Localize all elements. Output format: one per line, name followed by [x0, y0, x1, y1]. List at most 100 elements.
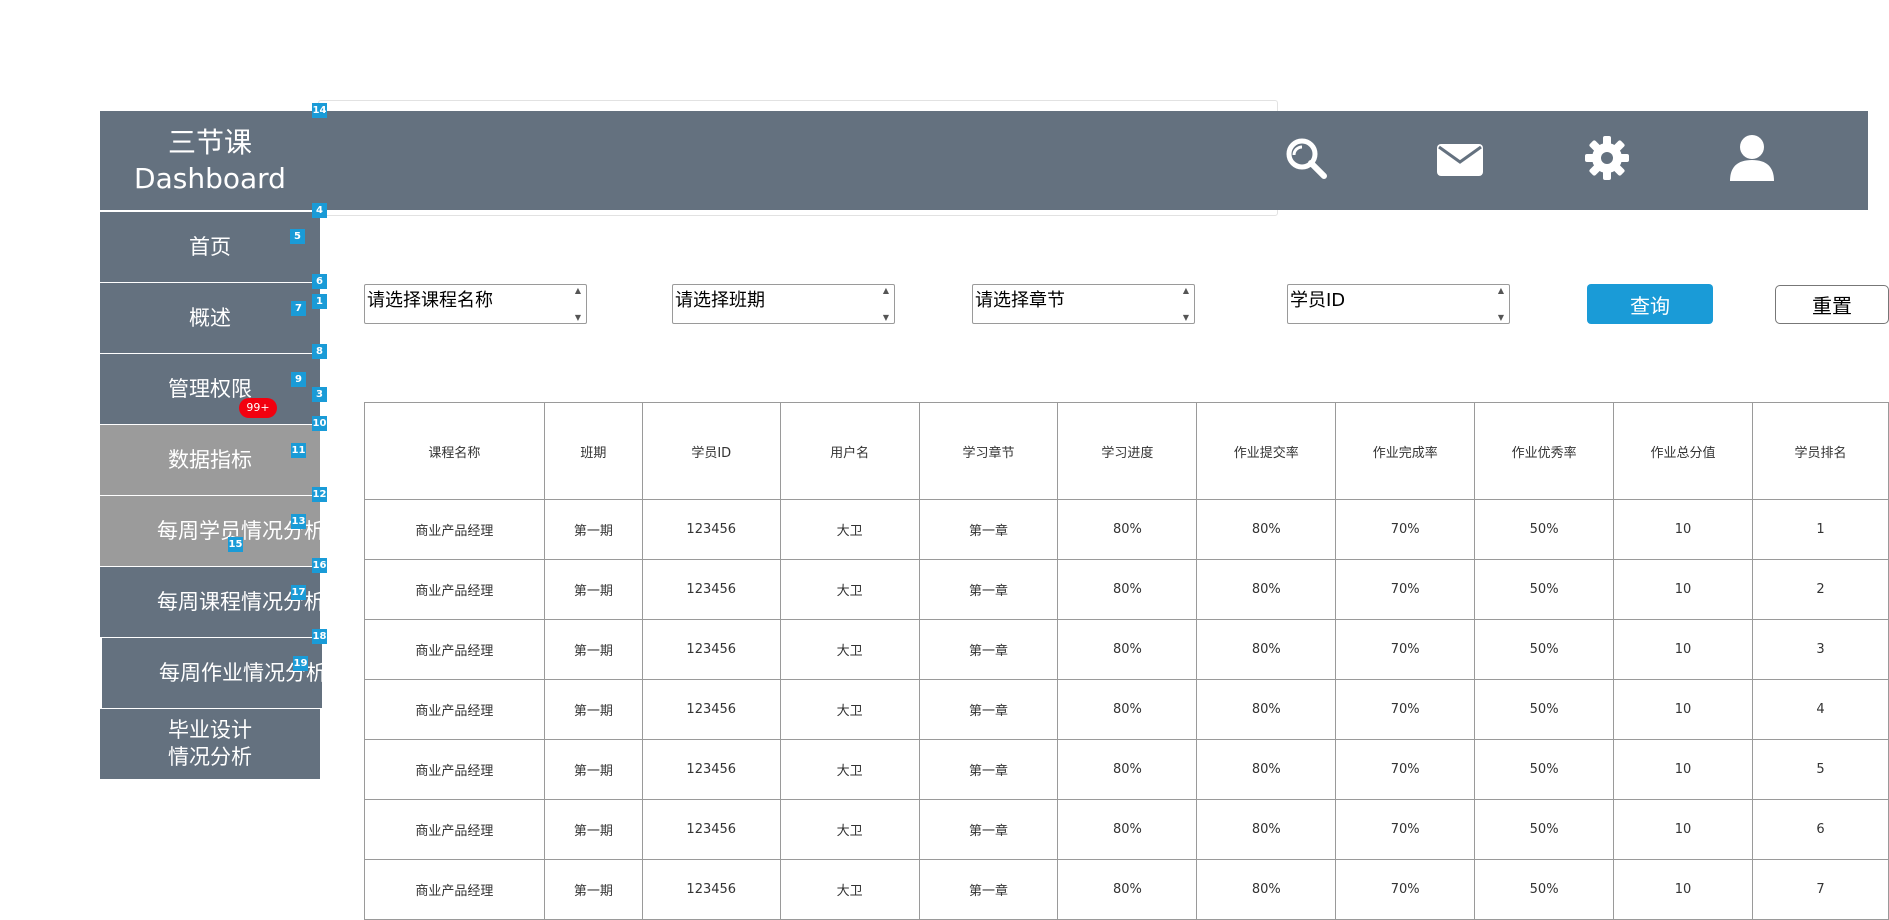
sidebar-item-label: 首页 [189, 234, 231, 259]
table-cell: 80% [1196, 619, 1337, 680]
table-cell: 大卫 [779, 739, 920, 800]
table-cell: 第一期 [543, 679, 643, 740]
table-row[interactable]: 商业产品经理 第一期 123456 大卫 第一章 80% 80% 70% 50% 10 6 [364, 799, 1889, 860]
table-row[interactable]: 商业产品经理 第一期 123456 大卫 第一章 80% 80% 70% 50% 10 4 [364, 679, 1889, 740]
table-cell: 10 [1613, 799, 1753, 860]
search-icon[interactable] [1281, 133, 1331, 183]
table-cell: 80% [1057, 739, 1198, 800]
table-cell: 50% [1474, 559, 1615, 620]
column-header: 学员ID [641, 402, 781, 500]
table-cell: 4 [1751, 679, 1889, 740]
table-cell: 10 [1613, 559, 1753, 620]
marker: 1 [312, 294, 327, 309]
table-cell: 6 [1751, 799, 1889, 860]
table-cell: 70% [1335, 559, 1476, 620]
table-cell: 1 [1751, 499, 1889, 560]
sidebar-item-weekly-courses[interactable]: 每周课程情况分析 [100, 567, 325, 637]
table-cell: 商业产品经理 [364, 859, 545, 920]
table-row[interactable]: 商业产品经理 第一期 123456 大卫 第一章 80% 80% 70% 50% 10 3 [364, 619, 1889, 680]
table-cell: 50% [1474, 799, 1615, 860]
table-cell: 2 [1751, 559, 1889, 620]
table-cell: 123456 [641, 739, 781, 800]
table-cell: 大卫 [779, 859, 920, 920]
column-header: 班期 [543, 402, 643, 500]
table-cell: 80% [1057, 859, 1198, 920]
brand-logo: 三节课 Dashboard [100, 111, 320, 210]
table-cell: 商业产品经理 [364, 799, 545, 860]
column-header: 学习章节 [918, 402, 1059, 500]
course-select[interactable]: 请选择课程名称 ▲ ▼ [364, 284, 587, 324]
sidebar-item-data-metrics[interactable]: 数据指标 [100, 425, 320, 495]
sidebar-item-permissions[interactable]: 管理权限 [100, 354, 320, 424]
marker: 19 [293, 656, 308, 671]
table-cell: 80% [1057, 499, 1198, 560]
table-row[interactable]: 商业产品经理 第一期 123456 大卫 第一章 80% 80% 70% 50% 10 1 [364, 499, 1889, 560]
table-cell: 第一期 [543, 619, 643, 680]
table-cell: 商业产品经理 [364, 619, 545, 680]
marker: 7 [291, 301, 306, 316]
gear-icon[interactable] [1582, 133, 1632, 183]
table-cell: 大卫 [779, 679, 920, 740]
marker: 6 [312, 274, 327, 289]
marker: 12 [312, 487, 327, 502]
table-cell: 第一章 [918, 559, 1059, 620]
sidebar-item-home[interactable]: 首页 [100, 212, 320, 282]
spinner-arrows-icon[interactable]: ▲ ▼ [1179, 286, 1193, 322]
table-cell: 大卫 [779, 619, 920, 680]
reset-button[interactable]: 重置 [1775, 285, 1889, 324]
class-select[interactable]: 请选择班期 ▲ ▼ [672, 284, 895, 324]
student-id-input-text: 学员ID [1290, 290, 1346, 311]
table-cell: 80% [1196, 859, 1337, 920]
table-cell: 80% [1057, 559, 1198, 620]
marker: 15 [228, 537, 243, 552]
sidebar-item-graduation-design[interactable]: 毕业设计 情况分析 [100, 709, 320, 779]
table-cell: 第一期 [543, 799, 643, 860]
marker: 10 [312, 416, 327, 431]
marker: 18 [312, 629, 327, 644]
column-header: 作业优秀率 [1474, 402, 1615, 500]
table-cell: 80% [1057, 619, 1198, 680]
column-header: 作业提交率 [1196, 402, 1337, 500]
sidebar-item-label: 毕业设计 情况分析 [168, 717, 252, 771]
table-cell: 第一章 [918, 859, 1059, 920]
chapter-select[interactable]: 请选择章节 ▲ ▼ [972, 284, 1195, 324]
table-cell: 第一期 [543, 739, 643, 800]
student-id-input[interactable]: 学员ID ▲ ▼ [1287, 284, 1510, 324]
table-cell: 10 [1613, 679, 1753, 740]
table-cell: 第一章 [918, 499, 1059, 560]
mail-icon[interactable] [1435, 135, 1485, 185]
spinner-arrows-icon[interactable]: ▲ ▼ [571, 286, 585, 322]
marker: 14 [312, 103, 327, 118]
course-select-text: 请选择课程名称 [367, 290, 493, 311]
marker: 16 [312, 558, 327, 573]
table-row[interactable]: 商业产品经理 第一期 123456 大卫 第一章 80% 80% 70% 50% 10 5 [364, 739, 1889, 800]
table-cell: 3 [1751, 619, 1889, 680]
table-cell: 商业产品经理 [364, 739, 545, 800]
table-cell: 80% [1057, 679, 1198, 740]
query-button[interactable]: 查询 [1587, 284, 1713, 324]
table-cell: 第一期 [543, 559, 643, 620]
marker: 9 [291, 372, 306, 387]
column-header: 课程名称 [364, 402, 545, 500]
sidebar-item-overview[interactable]: 概述 [100, 283, 320, 353]
table-row[interactable]: 商业产品经理 第一期 123456 大卫 第一章 80% 80% 70% 50% 10 7 [364, 859, 1889, 920]
sidebar-item-label: 数据指标 [168, 447, 252, 472]
table-cell: 123456 [641, 499, 781, 560]
spinner-arrows-icon[interactable]: ▲ ▼ [1494, 286, 1508, 322]
table-cell: 50% [1474, 619, 1615, 680]
sidebar-item-label-line2: 情况分析 [168, 745, 252, 769]
table-cell: 10 [1613, 619, 1753, 680]
table-cell: 7 [1751, 859, 1889, 920]
table-cell: 70% [1335, 799, 1476, 860]
table-cell: 70% [1335, 859, 1476, 920]
spinner-arrows-icon[interactable]: ▲ ▼ [879, 286, 893, 322]
sidebar-item-weekly-students[interactable]: 每周学员情况分析 [100, 496, 325, 566]
brand-title-en: Dashboard [134, 161, 286, 195]
sidebar-item-weekly-homework[interactable]: 每周作业情况分析 [102, 638, 327, 708]
table-cell: 123456 [641, 619, 781, 680]
table-cell: 123456 [641, 859, 781, 920]
table-row[interactable]: 商业产品经理 第一期 123456 大卫 第一章 80% 80% 70% 50% 10 2 [364, 559, 1889, 620]
table-cell: 第一章 [918, 739, 1059, 800]
user-icon[interactable] [1727, 133, 1777, 183]
table-cell: 大卫 [779, 499, 920, 560]
